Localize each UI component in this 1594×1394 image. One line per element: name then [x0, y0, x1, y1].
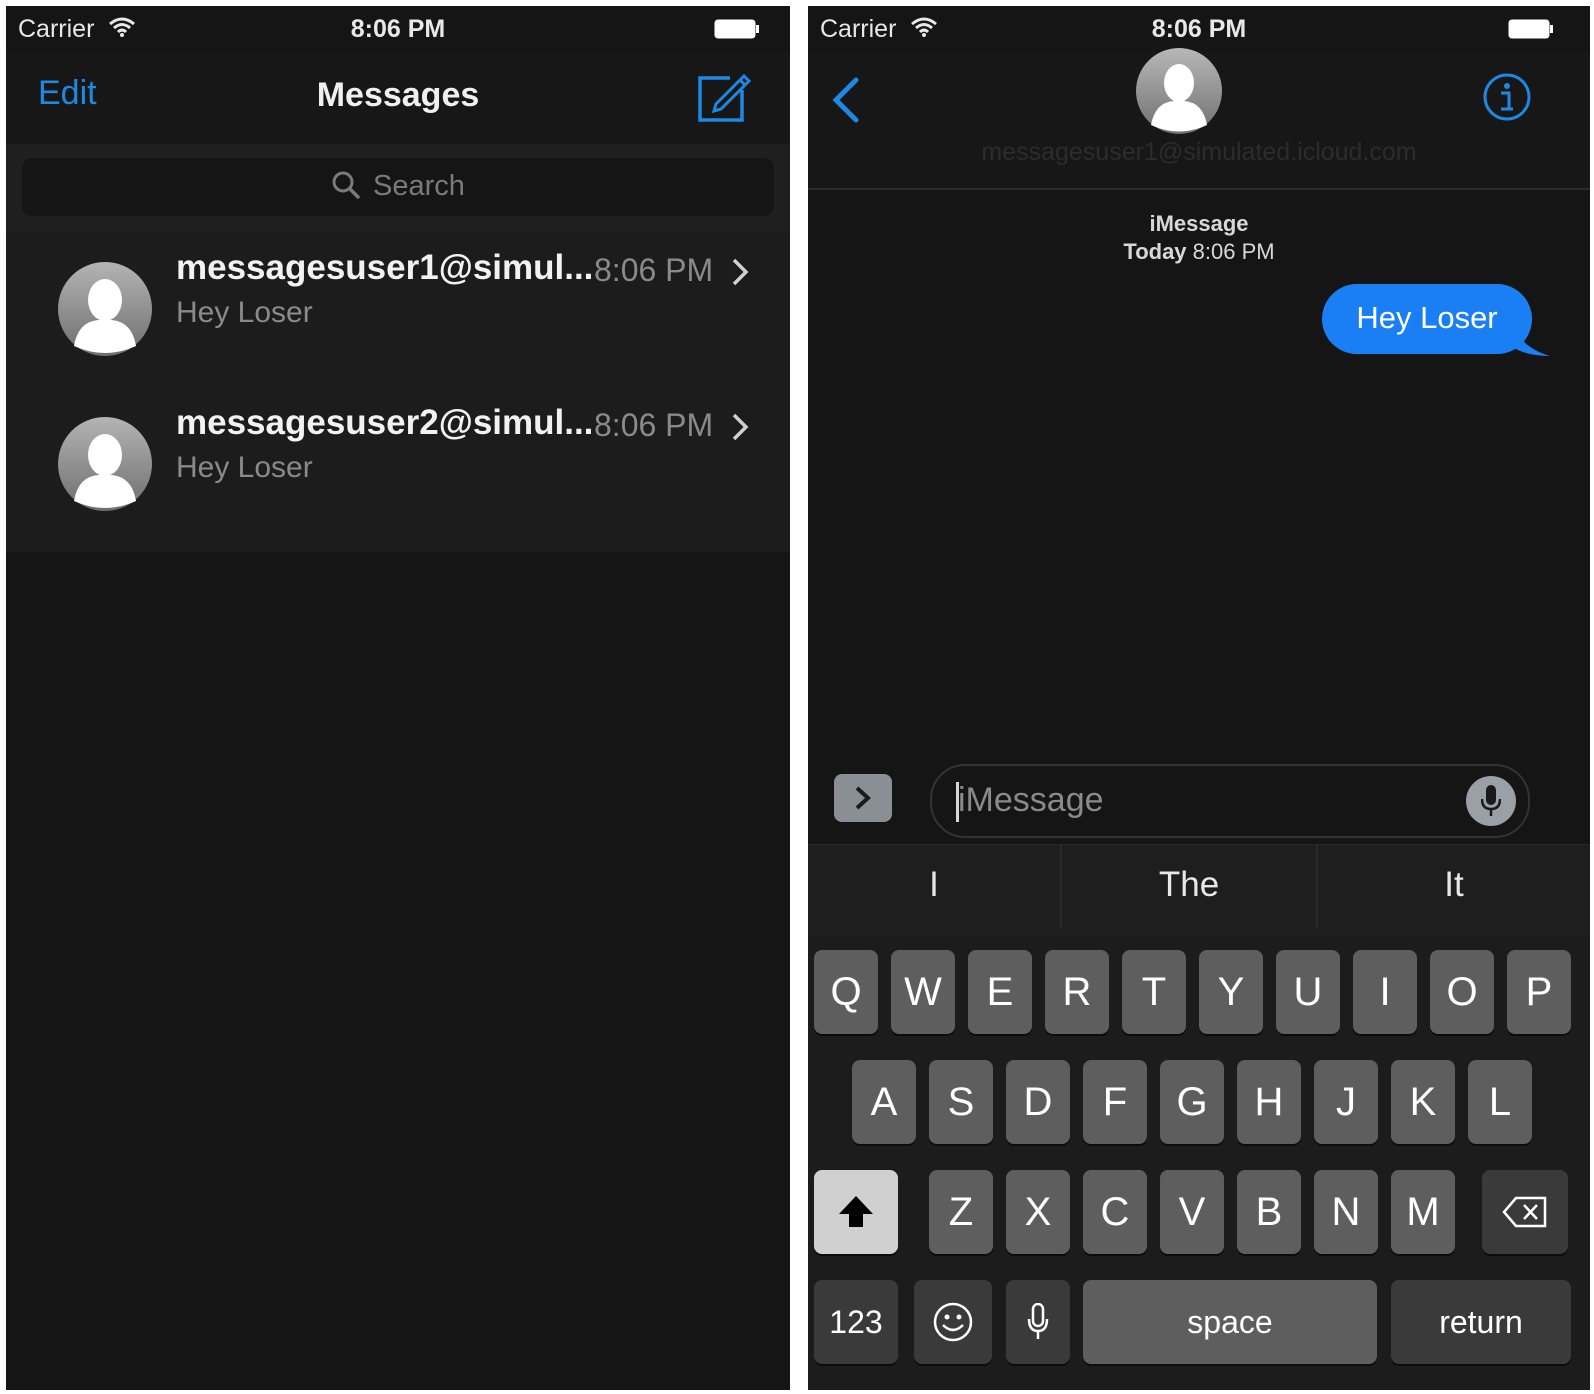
microphone-icon: [1481, 785, 1501, 816]
conversation-time: 8:06 PM: [594, 252, 714, 288]
dictation-key[interactable]: [1006, 1280, 1070, 1364]
status-time: 8:06 PM: [1151, 15, 1247, 43]
navigation-bar: messagesuser1@simulated.icloud.com: [808, 48, 1590, 190]
battery-icon: [714, 19, 759, 39]
key-z[interactable]: Z: [929, 1170, 993, 1254]
key-x[interactable]: X: [1006, 1170, 1070, 1254]
delete-key[interactable]: [1482, 1170, 1568, 1254]
status-bar: Carrier 8:06 PM: [808, 6, 1590, 52]
conversation-list: messagesuser1@simul... 8:06 PM Hey Loser…: [6, 232, 790, 552]
messages-list-screen: Carrier 8:06 PM Edit Messages Search mes…: [6, 6, 790, 1390]
conversation-preview: Hey Loser: [176, 451, 313, 484]
shift-arrow-icon: [839, 1196, 873, 1227]
key-d[interactable]: D: [1006, 1060, 1070, 1144]
chevron-right-icon: [732, 413, 749, 441]
key-o[interactable]: O: [1430, 950, 1494, 1034]
search-bar: Search: [6, 144, 790, 232]
thread-day: Today: [1123, 239, 1187, 264]
key-y[interactable]: Y: [1199, 950, 1263, 1034]
key-r[interactable]: R: [1045, 950, 1109, 1034]
key-u[interactable]: U: [1276, 950, 1340, 1034]
thread-header: iMessage Today 8:06 PM: [808, 210, 1590, 266]
conversation-name: messagesuser1@simul...: [176, 248, 594, 287]
emoji-key[interactable]: [914, 1280, 992, 1364]
avatar-icon: [58, 417, 152, 511]
search-input[interactable]: Search: [22, 158, 774, 216]
bubble-tail: [1514, 326, 1550, 356]
info-icon[interactable]: [1482, 72, 1532, 122]
key-n[interactable]: N: [1314, 1170, 1378, 1254]
emoji-icon: [933, 1302, 973, 1342]
key-i[interactable]: I: [1353, 950, 1417, 1034]
key-e[interactable]: E: [968, 950, 1032, 1034]
contact-avatar-icon[interactable]: [1136, 48, 1222, 134]
conversation-screen: Carrier 8:06 PM messagesuser1@simulated.…: [808, 6, 1590, 1390]
message-placeholder: iMessage: [958, 781, 1104, 819]
key-l[interactable]: L: [1468, 1060, 1532, 1144]
contact-name[interactable]: messagesuser1@simulated.icloud.com: [808, 138, 1590, 167]
key-h[interactable]: H: [1237, 1060, 1301, 1144]
compose-icon[interactable]: [696, 68, 752, 124]
return-key[interactable]: return: [1391, 1280, 1571, 1364]
conversation-time: 8:06 PM: [594, 407, 714, 443]
conversation-row[interactable]: messagesuser1@simul... 8:06 PM Hey Loser: [6, 232, 790, 387]
navigation-bar: Edit Messages: [6, 52, 790, 145]
status-bar: Carrier 8:06 PM: [6, 6, 790, 52]
key-f[interactable]: F: [1083, 1060, 1147, 1144]
key-k[interactable]: K: [1391, 1060, 1455, 1144]
numbers-key[interactable]: 123: [814, 1280, 898, 1364]
backspace-icon: [1502, 1196, 1547, 1228]
key-j[interactable]: J: [1314, 1060, 1378, 1144]
message-input[interactable]: iMessage: [930, 764, 1530, 838]
dictation-button[interactable]: [1466, 776, 1516, 826]
keyboard: Q W E R T Y U I O P A S D F G H J K L Z …: [808, 936, 1590, 1390]
key-m[interactable]: M: [1391, 1170, 1455, 1254]
key-a[interactable]: A: [852, 1060, 916, 1144]
prediction-suggestion[interactable]: I: [808, 845, 1060, 937]
battery-icon: [1508, 19, 1553, 39]
key-q[interactable]: Q: [814, 950, 878, 1034]
search-icon: [332, 171, 360, 199]
status-time: 8:06 PM: [350, 15, 446, 43]
page-title: Messages: [316, 76, 480, 114]
key-c[interactable]: C: [1083, 1170, 1147, 1254]
key-p[interactable]: P: [1507, 950, 1571, 1034]
key-s[interactable]: S: [929, 1060, 993, 1144]
thread-time: 8:06 PM: [1192, 239, 1275, 264]
key-b[interactable]: B: [1237, 1170, 1301, 1254]
search-placeholder: Search: [373, 170, 465, 202]
apps-toggle-button[interactable]: [834, 774, 892, 822]
back-chevron-icon[interactable]: [830, 76, 862, 124]
key-t[interactable]: T: [1122, 950, 1186, 1034]
microphone-icon: [1027, 1302, 1049, 1339]
message-text: Hey Loser: [1356, 300, 1498, 335]
key-g[interactable]: G: [1160, 1060, 1224, 1144]
sent-message-bubble[interactable]: Hey Loser: [1322, 284, 1532, 354]
prediction-suggestion[interactable]: It: [1318, 845, 1590, 937]
avatar-icon: [58, 262, 152, 356]
key-w[interactable]: W: [891, 950, 955, 1034]
conversation-name: messagesuser2@simul...: [176, 403, 594, 442]
shift-key[interactable]: [814, 1170, 898, 1254]
chevron-right-icon: [855, 786, 871, 810]
predictive-text-bar: I The It: [808, 844, 1590, 937]
space-key[interactable]: space: [1083, 1280, 1377, 1364]
prediction-suggestion[interactable]: The: [1062, 845, 1316, 937]
key-v[interactable]: V: [1160, 1170, 1224, 1254]
chevron-right-icon: [732, 258, 749, 286]
service-label: iMessage: [1149, 211, 1249, 236]
conversation-row[interactable]: messagesuser2@simul... 8:06 PM Hey Loser: [6, 387, 790, 542]
conversation-preview: Hey Loser: [176, 296, 313, 329]
